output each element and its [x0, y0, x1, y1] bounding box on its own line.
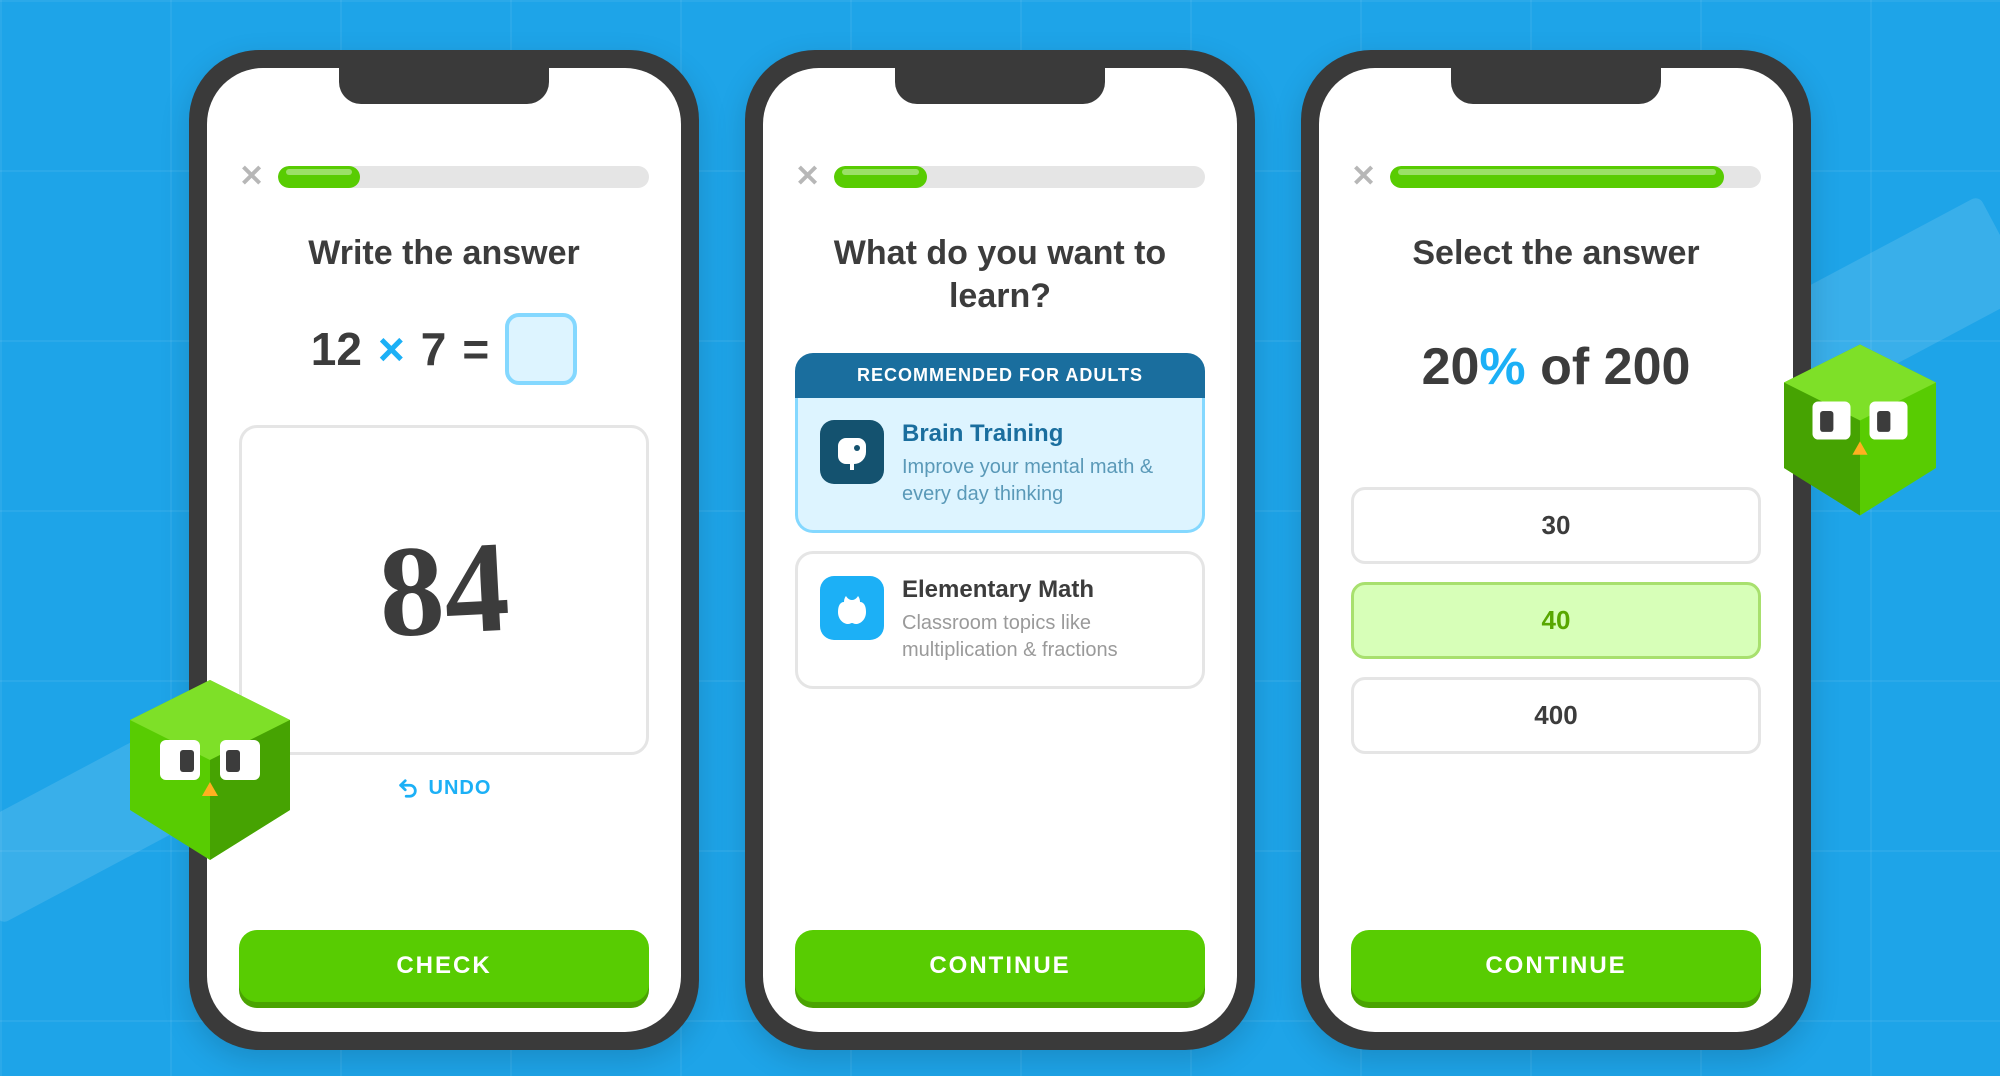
- card-elementary-math[interactable]: Elementary Math Classroom topics like mu…: [795, 551, 1205, 689]
- scratchpad-value: 84: [375, 511, 513, 668]
- answer-option[interactable]: 30: [1351, 487, 1761, 564]
- prompt-text: What do you want to learn?: [795, 232, 1205, 317]
- close-icon[interactable]: ✕: [1351, 162, 1376, 192]
- check-button[interactable]: CHECK: [239, 930, 649, 1002]
- expr-of: of: [1526, 338, 1604, 396]
- equation: 12 × 7 =: [239, 313, 649, 385]
- card-title: Brain Training: [902, 420, 1180, 448]
- phone-notch: [339, 66, 549, 104]
- multiply-icon: ×: [378, 322, 405, 376]
- undo-icon: [397, 777, 419, 799]
- answer-option[interactable]: 400: [1351, 677, 1761, 754]
- top-bar: ✕: [239, 162, 649, 192]
- answer-option-selected[interactable]: 40: [1351, 582, 1761, 659]
- expression: 20% of 200: [1351, 337, 1761, 397]
- undo-label: UNDO: [429, 777, 492, 800]
- progress-bar: [834, 166, 1205, 188]
- card-desc: Improve your mental math & every day thi…: [902, 454, 1180, 508]
- cta-label: CHECK: [396, 952, 491, 979]
- phone-notch: [1451, 66, 1661, 104]
- close-icon[interactable]: ✕: [795, 162, 820, 192]
- recommended-banner: RECOMMENDED FOR ADULTS: [795, 353, 1205, 398]
- expr-m: 200: [1604, 338, 1691, 396]
- equation-b: 7: [421, 322, 447, 376]
- phone-write-answer: ✕ Write the answer 12 × 7 = 84 UNDO: [189, 50, 699, 1050]
- progress-bar: [1390, 166, 1761, 188]
- brain-icon: [820, 420, 884, 484]
- top-bar: ✕: [1351, 162, 1761, 192]
- apple-icon: [820, 576, 884, 640]
- phone-notch: [895, 66, 1105, 104]
- equals-sign: =: [462, 322, 489, 376]
- equation-a: 12: [311, 322, 362, 376]
- cta-label: CONTINUE: [1485, 952, 1626, 979]
- expr-n: 20: [1422, 338, 1480, 396]
- top-bar: ✕: [795, 162, 1205, 192]
- progress-fill: [1390, 166, 1724, 188]
- card-desc: Classroom topics like multiplication & f…: [902, 610, 1180, 664]
- answer-list: 30 40 400: [1351, 487, 1761, 754]
- prompt-text: Write the answer: [239, 232, 649, 275]
- phone-select-answer: ✕ Select the answer 20% of 200 30 40 400…: [1301, 50, 1811, 1050]
- progress-fill: [834, 166, 927, 188]
- percent-sign: %: [1479, 338, 1525, 396]
- mascot-cube-icon: [1765, 335, 1955, 525]
- card-title: Elementary Math: [902, 576, 1180, 604]
- prompt-text: Select the answer: [1351, 232, 1761, 275]
- progress-fill: [278, 166, 360, 188]
- progress-bar: [278, 166, 649, 188]
- card-brain-training[interactable]: Brain Training Improve your mental math …: [795, 398, 1205, 533]
- phone-choose-topic: ✕ What do you want to learn? RECOMMENDED…: [745, 50, 1255, 1050]
- close-icon[interactable]: ✕: [239, 162, 264, 192]
- continue-button[interactable]: CONTINUE: [795, 930, 1205, 1002]
- answer-input[interactable]: [505, 313, 577, 385]
- continue-button[interactable]: CONTINUE: [1351, 930, 1761, 1002]
- mascot-cube-icon: [110, 670, 310, 870]
- cta-label: CONTINUE: [929, 952, 1070, 979]
